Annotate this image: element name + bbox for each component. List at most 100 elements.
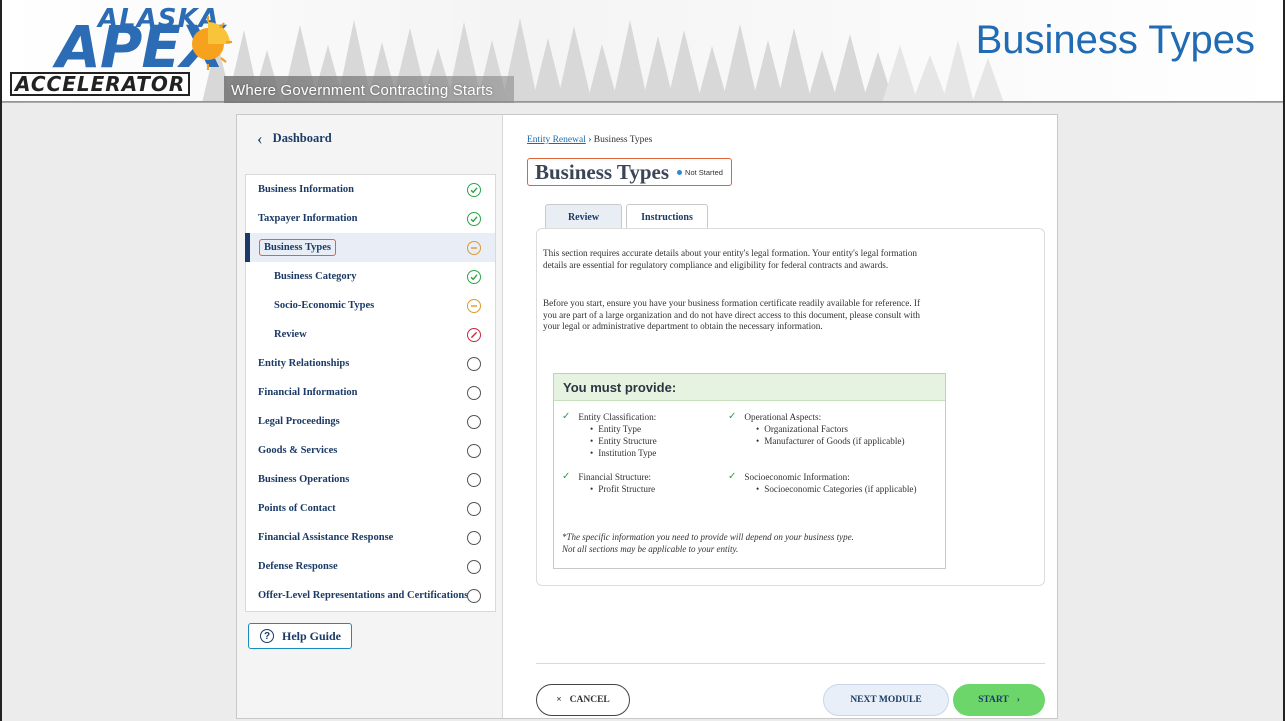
slide-title: Business Types <box>975 18 1255 62</box>
app-window: ‹ Dashboard Business Information Taxpaye… <box>236 114 1058 719</box>
sidebar-item-business-types[interactable]: Business Types <box>245 233 495 262</box>
requirement-item: Socioeconomic Categories (if applicable) <box>756 483 926 495</box>
requirement-item: Entity Structure <box>590 435 656 447</box>
empty-circle-icon <box>467 356 481 371</box>
breadcrumb-current: Business Types <box>593 135 653 145</box>
sidebar-item-label: Business Category <box>274 271 357 282</box>
requirement-item: Entity Type <box>590 423 657 435</box>
requirement-group: ✓ Socioeconomic Information: Socioeconomi… <box>728 471 926 495</box>
requirement-item: Manufacturer of Goods (if applicable) <box>756 435 906 447</box>
tab-review[interactable]: Review <box>545 204 622 229</box>
sidebar-item-label: Entity Relationships <box>258 358 350 369</box>
sidebar-item-business-category[interactable]: Business Category <box>246 262 495 291</box>
page-title: Business Types <box>535 159 670 184</box>
empty-circle-icon <box>467 559 481 574</box>
sidebar-item-label: Business Information <box>258 184 354 195</box>
help-guide-button[interactable]: ? Help Guide <box>248 623 352 649</box>
cancel-label: CANCEL <box>569 695 610 705</box>
logo-accelerator-text: ACCELERATOR <box>10 72 191 96</box>
preparation-paragraph: Before you start, ensure you have your b… <box>543 298 921 331</box>
check-circle-icon <box>467 211 481 226</box>
sidebar-item-label: Review <box>274 329 307 340</box>
footer-divider <box>536 663 1045 664</box>
breadcrumb-separator: › <box>588 135 592 145</box>
main-content: Entity Renewal › Business Types Business… <box>504 115 1057 718</box>
dashboard-link[interactable]: ‹ Dashboard <box>257 128 332 148</box>
tagline: Where Government Contracting Starts <box>231 82 494 99</box>
sidebar-item-label: Financial Information <box>258 387 358 398</box>
requirement-group-title: Operational Aspects: <box>744 412 822 422</box>
sidebar-item-label: Offer-Level Representations and Certific… <box>258 590 469 601</box>
check-circle-icon <box>467 182 481 197</box>
sidebar-item-financial-information[interactable]: Financial Information <box>246 378 495 407</box>
empty-circle-icon <box>467 414 481 429</box>
apex-logo: ALASKA APEX ACCELERATOR <box>10 2 232 102</box>
status-dot-icon <box>677 169 683 175</box>
sidebar-item-defense-response[interactable]: Defense Response <box>246 552 495 581</box>
empty-circle-icon <box>467 385 481 400</box>
status-badge: Not Started <box>677 168 723 177</box>
intro-paragraph: This section requires accurate details a… <box>543 248 918 270</box>
chevron-left-icon: ‹ <box>257 128 263 148</box>
minus-circle-icon <box>467 240 481 255</box>
check-icon: ✓ <box>562 471 571 482</box>
requirements-note: *The specific information you need to pr… <box>562 532 854 554</box>
empty-circle-icon <box>467 472 481 487</box>
banner: ALASKA APEX ACCELERATOR Where Government… <box>2 0 1283 103</box>
empty-circle-icon <box>467 588 481 603</box>
sidebar-item-review[interactable]: Review <box>246 320 495 349</box>
next-module-label: NEXT MODULE <box>850 695 922 705</box>
sidebar-item-goods-services[interactable]: Goods & Services <box>246 436 495 465</box>
sidebar-item-points-of-contact[interactable]: Points of Contact <box>246 494 495 523</box>
sidebar-item-financial-assistance-response[interactable]: Financial Assistance Response <box>246 523 495 552</box>
sidebar-item-legal-proceedings[interactable]: Legal Proceedings <box>246 407 495 436</box>
instructions-card: This section requires accurate details a… <box>536 228 1045 586</box>
sidebar: ‹ Dashboard Business Information Taxpaye… <box>237 115 503 718</box>
empty-circle-icon <box>467 501 481 516</box>
module-nav: Business Information Taxpayer Informatio… <box>245 174 496 612</box>
sidebar-item-business-information[interactable]: Business Information <box>246 175 495 204</box>
requirement-group-title: Socioeconomic Information: <box>744 472 850 482</box>
question-circle-icon: ? <box>260 629 274 643</box>
sidebar-item-label: Taxpayer Information <box>258 213 358 224</box>
sidebar-item-label: Socio-Economic Types <box>274 300 375 311</box>
help-guide-label: Help Guide <box>282 628 342 643</box>
sidebar-item-offer-level-reps[interactable]: Offer-Level Representations and Certific… <box>246 581 495 610</box>
slide: ALASKA APEX ACCELERATOR Where Government… <box>0 0 1285 721</box>
cancel-button[interactable]: × CANCEL <box>536 684 630 716</box>
requirement-group-title: Entity Classification: <box>578 412 657 422</box>
close-icon: × <box>556 695 562 705</box>
requirement-group: ✓ Entity Classification: Entity Type Enti… <box>562 411 657 459</box>
empty-circle-icon <box>467 443 481 458</box>
page-title-block: Business Types Not Started <box>527 158 732 186</box>
requirement-group: ✓ Financial Structure: Profit Structure <box>562 471 655 495</box>
requirement-group: ✓ Operational Aspects: Organizational Fac… <box>728 411 906 447</box>
sidebar-item-entity-relationships[interactable]: Entity Relationships <box>246 349 495 378</box>
prohibited-icon <box>467 327 481 342</box>
tab-instructions[interactable]: Instructions <box>626 204 708 229</box>
requirement-item: Organizational Factors <box>756 423 906 435</box>
check-icon: ✓ <box>562 411 571 422</box>
requirement-group-title: Financial Structure: <box>578 472 652 482</box>
check-circle-icon <box>467 269 481 284</box>
sidebar-item-label: Points of Contact <box>258 503 336 514</box>
check-icon: ✓ <box>728 411 737 422</box>
sidebar-item-label: Business Operations <box>258 474 350 485</box>
sidebar-item-taxpayer-information[interactable]: Taxpayer Information <box>246 204 495 233</box>
breadcrumb-link-entity-renewal[interactable]: Entity Renewal <box>527 135 586 145</box>
sidebar-item-socio-economic-types[interactable]: Socio-Economic Types <box>246 291 495 320</box>
start-label: START <box>978 695 1009 705</box>
minus-circle-icon <box>467 298 481 313</box>
requirements-heading: You must provide: <box>554 374 945 401</box>
start-button[interactable]: START › <box>953 684 1045 716</box>
requirements-box: You must provide: ✓ Entity Classification… <box>553 373 946 569</box>
sidebar-item-label: Goods & Services <box>258 445 338 456</box>
sidebar-item-label: Business Types <box>259 239 337 256</box>
sidebar-item-business-operations[interactable]: Business Operations <box>246 465 495 494</box>
chevron-right-icon: › <box>1016 695 1020 705</box>
sidebar-item-label: Legal Proceedings <box>258 416 340 427</box>
requirement-item: Institution Type <box>590 447 657 459</box>
check-icon: ✓ <box>728 471 737 482</box>
next-module-button[interactable]: NEXT MODULE <box>823 684 949 716</box>
dashboard-label: Dashboard <box>272 131 332 145</box>
